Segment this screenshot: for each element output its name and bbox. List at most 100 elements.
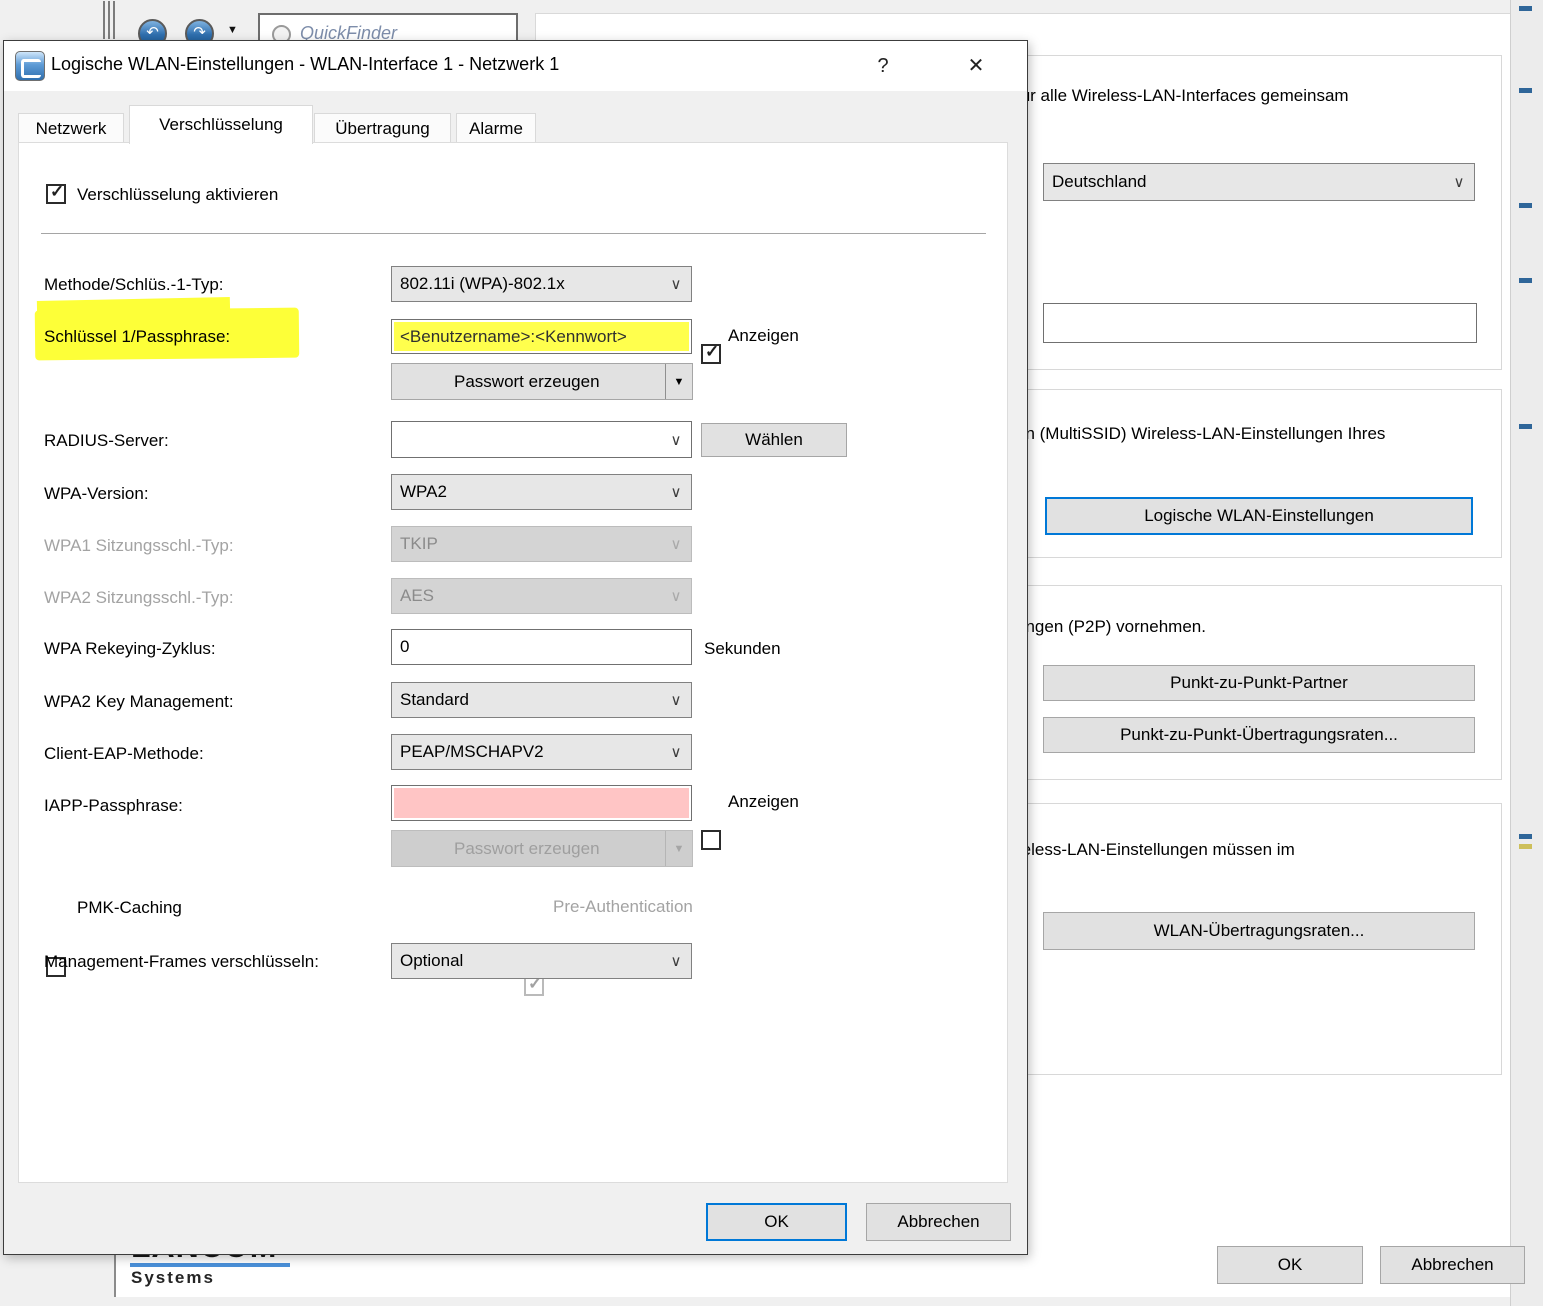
radius-server-select[interactable]: ∨ <box>391 421 692 458</box>
iapp-show-checkbox[interactable] <box>701 830 721 850</box>
nav-history-dropdown[interactable]: ▼ <box>227 24 238 36</box>
button-label: Abbrechen <box>897 1212 979 1232</box>
rekeying-input[interactable] <box>391 629 692 665</box>
strip-marker <box>1519 6 1532 11</box>
rekeying-unit-label: Sekunden <box>704 639 781 659</box>
method-label: Methode/Schlüs.-1-Typ: <box>44 275 224 295</box>
split-arrow-icon: ▼ <box>665 831 692 866</box>
pmk-caching-label: PMK-Caching <box>77 898 182 918</box>
key1-passphrase-input[interactable] <box>391 319 692 354</box>
toolbar-separator <box>103 1 105 39</box>
chevron-down-icon: ∨ <box>661 275 691 293</box>
background-window-edge <box>114 1255 116 1297</box>
iapp-passphrase-input[interactable] <box>391 785 692 821</box>
button-label: Punkt-zu-Punkt-Partner <box>1170 673 1348 693</box>
chevron-down-icon: ∨ <box>661 691 691 709</box>
strip-marker <box>1519 278 1532 283</box>
p2p-rates-button[interactable]: Punkt-zu-Punkt-Übertragungsraten... <box>1043 717 1475 753</box>
country-select[interactable]: Deutschland ∨ <box>1043 163 1475 201</box>
background-cancel-button[interactable]: Abbrechen <box>1380 1246 1525 1284</box>
tab-verschluesselung[interactable]: Verschlüsselung <box>129 105 313 144</box>
iapp-label: IAPP-Passphrase: <box>44 796 183 816</box>
section-divider <box>41 233 986 234</box>
button-label: OK <box>1278 1255 1303 1275</box>
logo-systems-label: Systems <box>131 1268 215 1288</box>
tab-uebertragung[interactable]: Übertragung <box>314 113 451 143</box>
help-icon: ? <box>877 55 888 77</box>
strip-marker <box>1519 424 1532 429</box>
wpa2-session-select: AES ∨ <box>391 578 692 614</box>
wpa1-session-value: TKIP <box>392 534 661 554</box>
cancel-button[interactable]: Abbrechen <box>866 1203 1011 1241</box>
radius-choose-button[interactable]: Wählen <box>701 423 847 457</box>
tab-label: Netzwerk <box>36 119 107 139</box>
tab-alarme[interactable]: Alarme <box>456 113 536 143</box>
rekeying-label: WPA Rekeying-Zyklus: <box>44 639 216 659</box>
key1-show-checkbox[interactable]: ✓ <box>701 344 721 364</box>
wpa-version-select[interactable]: WPA2 ∨ <box>391 474 692 510</box>
chevron-down-icon: ∨ <box>661 535 691 553</box>
lanconfig-app-icon <box>15 51 45 81</box>
dialog-title: Logische WLAN-Einstellungen - WLAN-Inter… <box>51 54 559 75</box>
encryption-enable-checkbox[interactable]: ✓ <box>46 184 66 204</box>
client-eap-select[interactable]: PEAP/MSCHAPV2 ∨ <box>391 734 692 770</box>
key-mgmt-label: WPA2 Key Management: <box>44 692 234 712</box>
preauth-checkbox: ✓ <box>524 976 544 996</box>
key1-label: Schlüssel 1/Passphrase: <box>44 327 230 347</box>
iapp-show-label: Anzeigen <box>728 792 799 812</box>
logo-underline <box>130 1263 290 1267</box>
button-label: OK <box>764 1212 789 1232</box>
rates-text: reless-LAN-Einstellungen müssen im <box>1016 840 1295 860</box>
tab-label: Alarme <box>469 119 523 139</box>
button-label: Passwort erzeugen <box>454 839 600 859</box>
mgmt-frames-value: Optional <box>392 951 661 971</box>
wpa1-session-label: WPA1 Sitzungsschl.-Typ: <box>44 536 234 556</box>
split-arrow-icon[interactable]: ▼ <box>665 364 692 399</box>
encryption-enable-label: Verschlüsselung aktivieren <box>77 185 278 205</box>
chevron-down-icon: ∨ <box>1444 173 1474 191</box>
mgmt-frames-select[interactable]: Optional ∨ <box>391 943 692 979</box>
check-icon: ✓ <box>50 182 64 202</box>
chevron-down-icon: ∨ <box>661 587 691 605</box>
method-select[interactable]: 802.11i (WPA)-802.1x ∨ <box>391 266 692 302</box>
tab-netzwerk[interactable]: Netzwerk <box>18 113 124 143</box>
caret-down-icon: ▼ <box>227 24 238 36</box>
p2p-partner-button[interactable]: Punkt-zu-Punkt-Partner <box>1043 665 1475 701</box>
preauth-label: Pre-Authentication <box>553 897 693 917</box>
button-label: Wählen <box>745 430 803 450</box>
wpa2-session-label: WPA2 Sitzungsschl.-Typ: <box>44 588 234 608</box>
chevron-down-icon: ∨ <box>661 483 691 501</box>
key1-show-label: Anzeigen <box>728 326 799 346</box>
check-icon: ✓ <box>705 342 719 362</box>
generate-password-button[interactable]: Passwort erzeugen ▼ <box>391 363 693 400</box>
p2p-text: ungen (P2P) vornehmen. <box>1016 617 1206 637</box>
button-label: Abbrechen <box>1411 1255 1493 1275</box>
mgmt-frames-label: Management-Frames verschlüsseln: <box>44 952 319 972</box>
button-label: Passwort erzeugen <box>454 372 600 392</box>
help-button[interactable]: ? <box>866 51 900 81</box>
wpa2-session-value: AES <box>392 586 661 606</box>
client-eap-label: Client-EAP-Methode: <box>44 744 204 764</box>
button-label: WLAN-Übertragungsraten... <box>1154 921 1365 941</box>
key-mgmt-select[interactable]: Standard ∨ <box>391 682 692 718</box>
strip-marker <box>1519 834 1532 839</box>
right-panel-strip[interactable] <box>1510 0 1543 1306</box>
logical-wlan-settings-button[interactable]: Logische WLAN-Einstellungen <box>1045 497 1473 535</box>
dialog-titlebar[interactable]: Logische WLAN-Einstellungen - WLAN-Inter… <box>4 41 1027 91</box>
country-value: Deutschland <box>1044 172 1444 192</box>
wpa-version-value: WPA2 <box>392 482 661 502</box>
tab-label: Verschlüsselung <box>159 115 283 135</box>
wlan-encryption-dialog: Logische WLAN-Einstellungen - WLAN-Inter… <box>3 40 1028 1255</box>
strip-marker <box>1519 203 1532 208</box>
close-icon: ✕ <box>968 55 985 77</box>
wpa1-session-select: TKIP ∨ <box>391 526 692 562</box>
ok-button[interactable]: OK <box>706 1203 847 1241</box>
wpa-version-label: WPA-Version: <box>44 484 149 504</box>
client-eap-value: PEAP/MSCHAPV2 <box>392 742 661 762</box>
close-button[interactable]: ✕ <box>959 51 993 81</box>
wlan-rates-button[interactable]: WLAN-Übertragungsraten... <box>1043 912 1475 950</box>
background-ok-button[interactable]: OK <box>1217 1246 1363 1284</box>
toolbar-separator <box>108 1 110 39</box>
common-input[interactable] <box>1043 303 1477 343</box>
generate-password-button-disabled: Passwort erzeugen ▼ <box>391 830 693 867</box>
